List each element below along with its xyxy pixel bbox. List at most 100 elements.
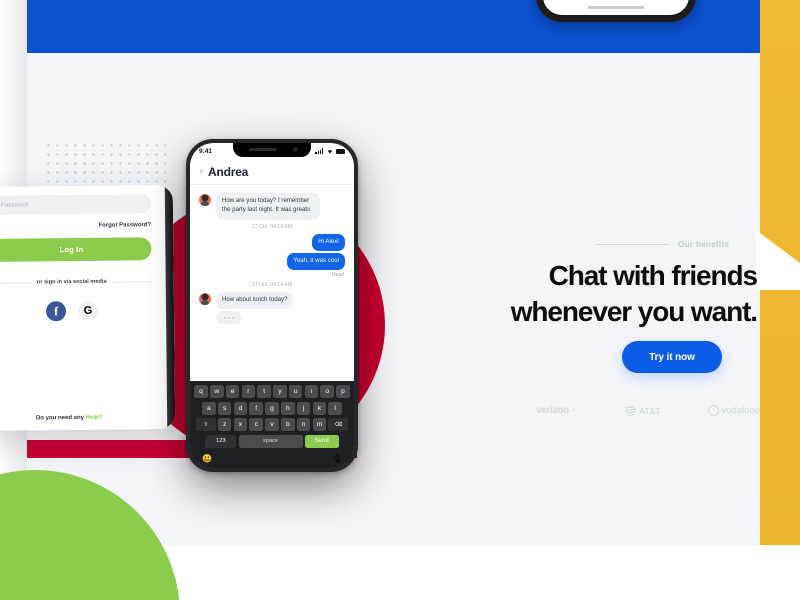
phone-notch xyxy=(233,143,311,157)
key-f[interactable]: f xyxy=(249,401,264,415)
page-title: Chat with friends whenever you want. xyxy=(457,258,759,330)
message-list: How are you today? I remember the party … xyxy=(190,185,354,382)
key-a[interactable]: a xyxy=(202,401,216,415)
avatar xyxy=(199,293,211,306)
battery-icon xyxy=(336,148,345,154)
chat-phone-mockup: 9:41 ‹ Andrea How are you today? I remem… xyxy=(186,139,358,472)
message-row: How about lunch today? xyxy=(199,292,345,310)
speaker-icon xyxy=(249,148,277,151)
facebook-icon[interactable]: f xyxy=(45,301,67,322)
verizon-logo: verizon ✓ xyxy=(536,405,578,416)
key-w[interactable]: w xyxy=(209,385,224,399)
message-timestamp: 17 Oct, 09:14 AM xyxy=(251,223,293,230)
key-m[interactable]: m xyxy=(312,418,327,432)
carrier-logos: verizon ✓ AT&T vodafone xyxy=(536,405,760,416)
keyboard-row-2: a s d f g h j k l xyxy=(193,401,351,415)
vodafone-label: vodafone xyxy=(721,405,760,416)
keyboard-bottom-bar: 😃 🎙 xyxy=(193,451,351,468)
password-field[interactable]: Password xyxy=(0,194,152,215)
chat-screen: 9:41 ‹ Andrea How are you today? I remem… xyxy=(190,143,354,468)
key-b[interactable]: b xyxy=(280,418,295,432)
forgot-password-link[interactable]: Forgot Password? xyxy=(0,222,151,230)
key-z[interactable]: z xyxy=(217,418,232,432)
eyebrow-label: Our benefits xyxy=(678,240,730,249)
key-e[interactable]: e xyxy=(225,385,240,399)
message-timestamp: 17 Oct, 09:14 AM xyxy=(251,282,293,289)
help-link[interactable]: Help? xyxy=(86,415,103,421)
key-c[interactable]: c xyxy=(249,418,264,432)
key-o[interactable]: o xyxy=(320,385,335,399)
right-yellow-strip xyxy=(760,0,800,600)
signal-icon xyxy=(315,148,323,154)
message-bubble-outgoing: Hi Alex! xyxy=(312,233,345,251)
keyboard-row-4: 123 space Send xyxy=(193,434,351,448)
emoji-icon[interactable]: 😃 xyxy=(202,454,212,463)
back-chevron-icon[interactable]: ‹ xyxy=(200,167,203,176)
message-bubble-incoming: How about lunch today? xyxy=(216,292,294,310)
status-icons xyxy=(315,148,345,154)
key-i[interactable]: i xyxy=(304,385,319,399)
backspace-key-icon[interactable]: ⌫ xyxy=(328,418,349,432)
key-u[interactable]: u xyxy=(288,385,303,399)
try-it-now-button[interactable]: Try it now xyxy=(622,341,722,373)
message-row: How are you today? I remember the party … xyxy=(199,193,345,220)
top-phone-mockup xyxy=(536,0,696,22)
circle-quote-icon xyxy=(707,405,719,416)
message-row xyxy=(199,311,345,325)
divider-line-left xyxy=(0,281,32,284)
google-icon[interactable]: G xyxy=(77,300,99,321)
login-button[interactable]: Log In xyxy=(0,237,152,262)
help-prefix: Do you need any xyxy=(35,414,86,422)
key-j[interactable]: j xyxy=(296,401,311,415)
avatar xyxy=(199,194,211,206)
key-g[interactable]: g xyxy=(265,401,279,415)
key-y[interactable]: y xyxy=(273,385,287,399)
help-text: Do you need any Help? xyxy=(0,414,159,422)
microphone-icon[interactable]: 🎙 xyxy=(332,454,342,463)
on-screen-keyboard: q w e r t y u i o p a s d f g h j k l ⇧ … xyxy=(190,381,354,468)
key-n[interactable]: n xyxy=(296,418,311,432)
benefits-eyebrow: Our benefits xyxy=(596,240,729,249)
eyebrow-rule xyxy=(596,244,669,245)
divider-line-right xyxy=(111,280,152,283)
typing-indicator xyxy=(216,311,242,325)
send-key[interactable]: Send xyxy=(304,434,339,448)
key-l[interactable]: l xyxy=(328,401,342,415)
home-indicator xyxy=(588,6,644,9)
shift-key-icon[interactable]: ⇧ xyxy=(195,418,216,432)
att-logo: AT&T xyxy=(625,405,660,416)
key-p[interactable]: p xyxy=(336,385,350,399)
key-k[interactable]: k xyxy=(312,401,327,415)
globe-icon xyxy=(625,405,637,416)
login-card: Password Forgot Password? Log In or sign… xyxy=(0,185,167,431)
numbers-key[interactable]: 123 xyxy=(205,434,237,448)
bottom-white-block xyxy=(125,545,800,600)
social-buttons: f G xyxy=(0,300,152,322)
key-d[interactable]: d xyxy=(233,401,248,415)
space-key[interactable]: space xyxy=(238,434,303,448)
screenshot-stage: Password Forgot Password? Log In or sign… xyxy=(0,0,800,600)
key-h[interactable]: h xyxy=(280,401,295,415)
key-x[interactable]: x xyxy=(233,418,248,432)
password-placeholder: Password xyxy=(0,201,29,209)
camera-icon xyxy=(293,147,298,152)
headline-line-1: Chat with friends xyxy=(548,260,759,291)
social-divider-label: or sign in via social media xyxy=(36,278,107,286)
att-label: AT&T xyxy=(639,405,661,416)
vodafone-logo: vodafone xyxy=(707,405,760,416)
headline-line-2: whenever you want. xyxy=(510,295,758,327)
message-row: Yeah, it was cool xyxy=(199,252,345,271)
key-r[interactable]: r xyxy=(241,385,256,399)
status-time: 9:41 xyxy=(199,147,213,155)
wifi-icon xyxy=(327,150,332,154)
verizon-label: verizon xyxy=(536,405,569,416)
read-receipt: Read xyxy=(332,272,344,279)
keyboard-row-3: ⇧ z x c v b n m ⌫ xyxy=(193,418,351,432)
contact-name: Andrea xyxy=(208,164,249,179)
key-s[interactable]: s xyxy=(217,401,232,415)
key-t[interactable]: t xyxy=(257,385,271,399)
check-mark-icon: ✓ xyxy=(570,405,578,414)
chat-header: ‹ Andrea xyxy=(190,159,354,185)
key-q[interactable]: q xyxy=(194,385,208,399)
key-v[interactable]: v xyxy=(265,418,279,432)
